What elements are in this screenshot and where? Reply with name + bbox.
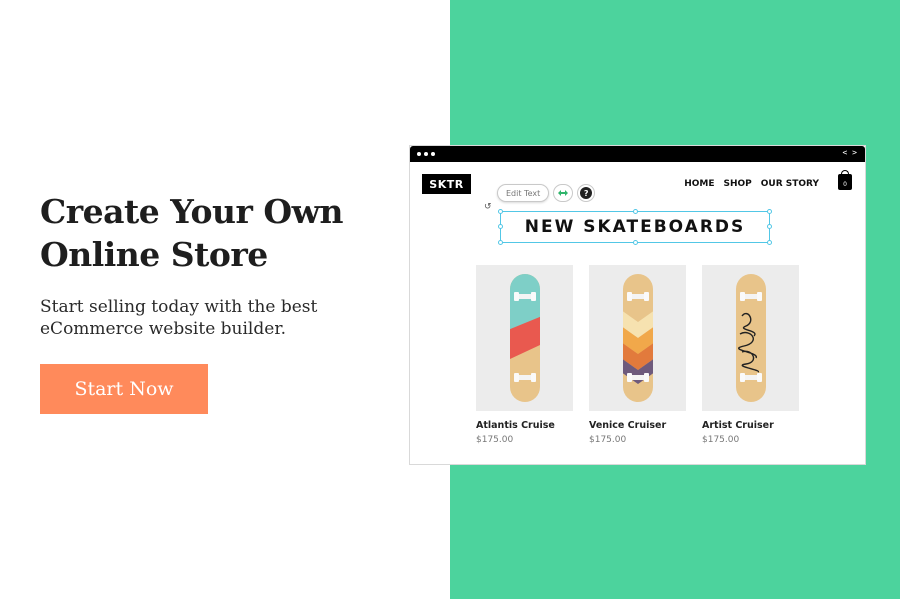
undo-icon[interactable]: ↺ (484, 202, 492, 212)
skateboard-teal-icon (509, 274, 540, 402)
nav-item-home[interactable]: HOME (684, 179, 714, 189)
resize-handle[interactable] (498, 224, 503, 229)
cart-count: 0 (843, 181, 847, 188)
window-dots-icon (417, 152, 435, 156)
product-price: $175.00 (702, 435, 740, 445)
resize-handle[interactable] (633, 209, 638, 214)
browser-mockup: < > SKTR HOME SHOP OUR STORY 0 Edit Text… (409, 145, 866, 465)
product-price: $175.00 (476, 435, 514, 445)
product-image[interactable] (476, 265, 573, 411)
resize-handle[interactable] (498, 209, 503, 214)
resize-handle[interactable] (767, 224, 772, 229)
help-icon: ? (580, 187, 593, 199)
product-name[interactable]: Artist Cruiser (702, 420, 799, 431)
product-card[interactable]: Venice Cruiser $175.00 (589, 265, 686, 445)
hero-title: Create Your Own Online Store (40, 192, 343, 274)
product-grid: Atlantis Cruise $175.00 Venice Cruiser $… (476, 265, 799, 445)
store-nav: HOME SHOP OUR STORY (684, 179, 819, 189)
product-image[interactable] (589, 265, 686, 411)
product-name[interactable]: Venice Cruiser (589, 420, 686, 431)
skateboard-script-icon (735, 274, 766, 402)
resize-handle[interactable] (767, 209, 772, 214)
start-now-button[interactable]: Start Now (40, 364, 208, 414)
product-card[interactable]: Artist Cruiser $175.00 (702, 265, 799, 445)
link-icon[interactable] (553, 184, 574, 202)
product-image[interactable] (702, 265, 799, 411)
hero-subtitle: Start selling today with the best eComme… (40, 297, 318, 339)
code-icon: < > (842, 148, 857, 157)
product-price: $175.00 (589, 435, 627, 445)
shopping-bag-icon[interactable]: 0 (838, 170, 852, 190)
product-name[interactable]: Atlantis Cruise (476, 420, 573, 431)
nav-item-shop[interactable]: SHOP (723, 179, 751, 189)
edit-text-button[interactable]: Edit Text (497, 184, 550, 202)
resize-handle[interactable] (767, 240, 772, 245)
editor-toolbar: Edit Text ? (497, 184, 596, 202)
section-heading[interactable]: NEW SKATEBOARDS (525, 217, 746, 237)
product-card[interactable]: Atlantis Cruise $175.00 (476, 265, 573, 445)
nav-item-our-story[interactable]: OUR STORY (761, 179, 819, 189)
store-logo[interactable]: SKTR (422, 174, 471, 194)
skateboard-chevron-icon (622, 274, 653, 402)
help-button[interactable]: ? (577, 184, 596, 202)
browser-title-bar: < > (410, 146, 865, 162)
selected-heading-box[interactable]: NEW SKATEBOARDS (498, 209, 772, 245)
resize-handle[interactable] (498, 240, 503, 245)
resize-handle[interactable] (633, 240, 638, 245)
